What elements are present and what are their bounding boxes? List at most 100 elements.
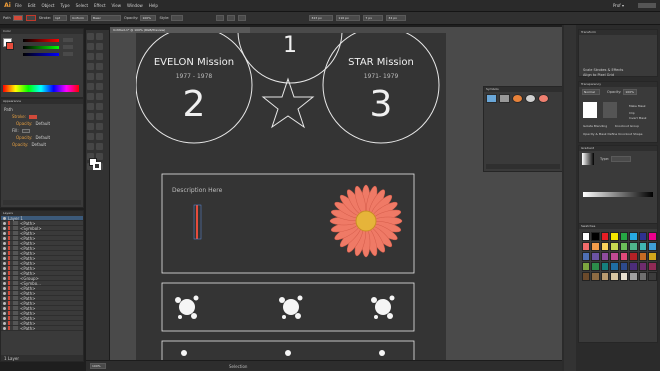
paintbrush-tool[interactable] bbox=[87, 73, 94, 80]
blend-mode-select[interactable]: Normal bbox=[582, 89, 600, 95]
rotate-tool[interactable] bbox=[87, 93, 94, 100]
color-swatch[interactable] bbox=[629, 231, 638, 241]
b-value[interactable] bbox=[63, 52, 73, 56]
eye-icon[interactable] bbox=[3, 266, 6, 270]
symbol-thumb[interactable] bbox=[525, 94, 536, 103]
menu-view[interactable]: View bbox=[112, 3, 122, 8]
color-swatch[interactable] bbox=[638, 271, 647, 281]
eye-icon[interactable] bbox=[3, 261, 6, 265]
color-swatch[interactable] bbox=[581, 261, 590, 271]
knockout-group-checkbox[interactable]: Knockout Group bbox=[615, 124, 639, 128]
perspective-tool[interactable] bbox=[96, 113, 103, 120]
eye-icon[interactable] bbox=[3, 316, 6, 320]
eye-icon[interactable] bbox=[3, 221, 6, 225]
no-mask-icon[interactable] bbox=[603, 102, 617, 118]
color-swatch[interactable] bbox=[600, 271, 609, 281]
fill-swatch[interactable] bbox=[12, 15, 23, 21]
eye-icon[interactable] bbox=[3, 301, 6, 305]
color-swatch[interactable] bbox=[600, 261, 609, 271]
appearance-row[interactable]: Stroke: bbox=[4, 113, 80, 120]
color-swatch[interactable] bbox=[610, 261, 619, 271]
color-swatch[interactable] bbox=[638, 261, 647, 271]
line-tool[interactable] bbox=[87, 63, 94, 70]
gradient-thumb[interactable] bbox=[582, 153, 594, 165]
color-swatch[interactable] bbox=[600, 241, 609, 251]
color-swatch[interactable] bbox=[619, 271, 628, 281]
color-swatch[interactable] bbox=[600, 231, 609, 241]
direct-selection-tool[interactable] bbox=[96, 33, 103, 40]
blend-tool[interactable] bbox=[96, 133, 103, 140]
graphic-style-field[interactable] bbox=[171, 15, 184, 21]
make-mask-button[interactable]: Make Mask bbox=[629, 104, 646, 108]
color-swatch[interactable] bbox=[610, 251, 619, 261]
color-swatch[interactable] bbox=[619, 231, 628, 241]
graph-tool[interactable] bbox=[96, 143, 103, 150]
pencil-tool[interactable] bbox=[96, 73, 103, 80]
eye-icon[interactable] bbox=[3, 216, 6, 220]
layer-row[interactable]: <Path> bbox=[1, 326, 83, 331]
height-field[interactable]: 34 px bbox=[386, 15, 407, 21]
rectangle-tool[interactable] bbox=[96, 63, 103, 70]
color-swatch[interactable] bbox=[610, 241, 619, 251]
color-swatch[interactable] bbox=[648, 241, 657, 251]
gradient-tool[interactable] bbox=[96, 123, 103, 130]
color-swatch[interactable] bbox=[629, 251, 638, 261]
color-spectrum[interactable] bbox=[3, 85, 79, 92]
color-swatch[interactable] bbox=[591, 271, 600, 281]
color-swatch[interactable] bbox=[619, 251, 628, 261]
y-field[interactable]: 116 px bbox=[336, 15, 361, 21]
color-swatch[interactable] bbox=[619, 241, 628, 251]
isolate-blending-checkbox[interactable]: Isolate Blending bbox=[583, 124, 607, 128]
eye-icon[interactable] bbox=[3, 291, 6, 295]
x-field[interactable]: 323 px bbox=[309, 15, 334, 21]
type-tool[interactable] bbox=[96, 53, 103, 60]
opacity-field[interactable]: 100% bbox=[623, 89, 638, 95]
color-swatch[interactable] bbox=[610, 231, 619, 241]
color-swatch[interactable] bbox=[600, 251, 609, 261]
eye-icon[interactable] bbox=[3, 251, 6, 255]
opacity-mask-checkbox[interactable]: Opacity & Mask Define Knockout Shape bbox=[583, 132, 642, 136]
menu-object[interactable]: Object bbox=[41, 3, 54, 8]
eye-icon[interactable] bbox=[3, 321, 6, 325]
opacity-field[interactable]: 100% bbox=[140, 15, 157, 21]
symbol-sprayer-tool[interactable] bbox=[87, 143, 94, 150]
gradient-type-select[interactable] bbox=[611, 156, 632, 162]
workspace-switcher[interactable]: Prof ▾ bbox=[613, 3, 624, 8]
b-slider[interactable] bbox=[23, 53, 59, 56]
eye-icon[interactable] bbox=[3, 231, 6, 235]
lasso-tool[interactable] bbox=[96, 43, 103, 50]
color-swatch[interactable] bbox=[638, 251, 647, 261]
slice-tool[interactable] bbox=[96, 153, 103, 160]
mask-thumbnail[interactable] bbox=[583, 102, 597, 118]
pen-tool[interactable] bbox=[87, 53, 94, 60]
menu-type[interactable]: Type bbox=[60, 3, 69, 8]
artboard[interactable]: 1 EVELON Mission 1977 - 1978 2 STAR Miss… bbox=[136, 33, 446, 361]
free-transform-tool[interactable] bbox=[96, 103, 103, 110]
align-icon[interactable] bbox=[216, 15, 225, 21]
color-swatch[interactable] bbox=[591, 251, 600, 261]
symbol-thumb[interactable] bbox=[486, 94, 497, 103]
color-swatch[interactable] bbox=[638, 241, 647, 251]
color-swatch[interactable] bbox=[629, 261, 638, 271]
clip-checkbox[interactable]: Clip bbox=[629, 111, 635, 115]
shape-builder-tool[interactable] bbox=[87, 113, 94, 120]
menu-edit[interactable]: Edit bbox=[28, 3, 36, 8]
color-swatch[interactable] bbox=[581, 241, 590, 251]
eye-icon[interactable] bbox=[3, 306, 6, 310]
color-swatch[interactable] bbox=[581, 231, 590, 241]
zoom-field[interactable]: 100% bbox=[90, 363, 106, 369]
color-tab[interactable]: Color bbox=[1, 29, 83, 34]
window-controls[interactable] bbox=[638, 3, 656, 8]
eye-icon[interactable] bbox=[3, 236, 6, 240]
stroke-box[interactable] bbox=[93, 162, 101, 170]
transform-tab[interactable]: Transform bbox=[579, 30, 657, 35]
r-slider[interactable] bbox=[23, 39, 59, 42]
menu-help[interactable]: Help bbox=[149, 3, 158, 8]
color-swatch[interactable] bbox=[648, 251, 657, 261]
stroke-color-box[interactable] bbox=[6, 42, 14, 50]
r-value[interactable] bbox=[63, 38, 73, 42]
align-pixel-checkbox[interactable]: Align to Pixel Grid bbox=[583, 73, 614, 77]
g-value[interactable] bbox=[63, 45, 73, 49]
color-swatch[interactable] bbox=[629, 271, 638, 281]
eye-icon[interactable] bbox=[3, 271, 6, 275]
